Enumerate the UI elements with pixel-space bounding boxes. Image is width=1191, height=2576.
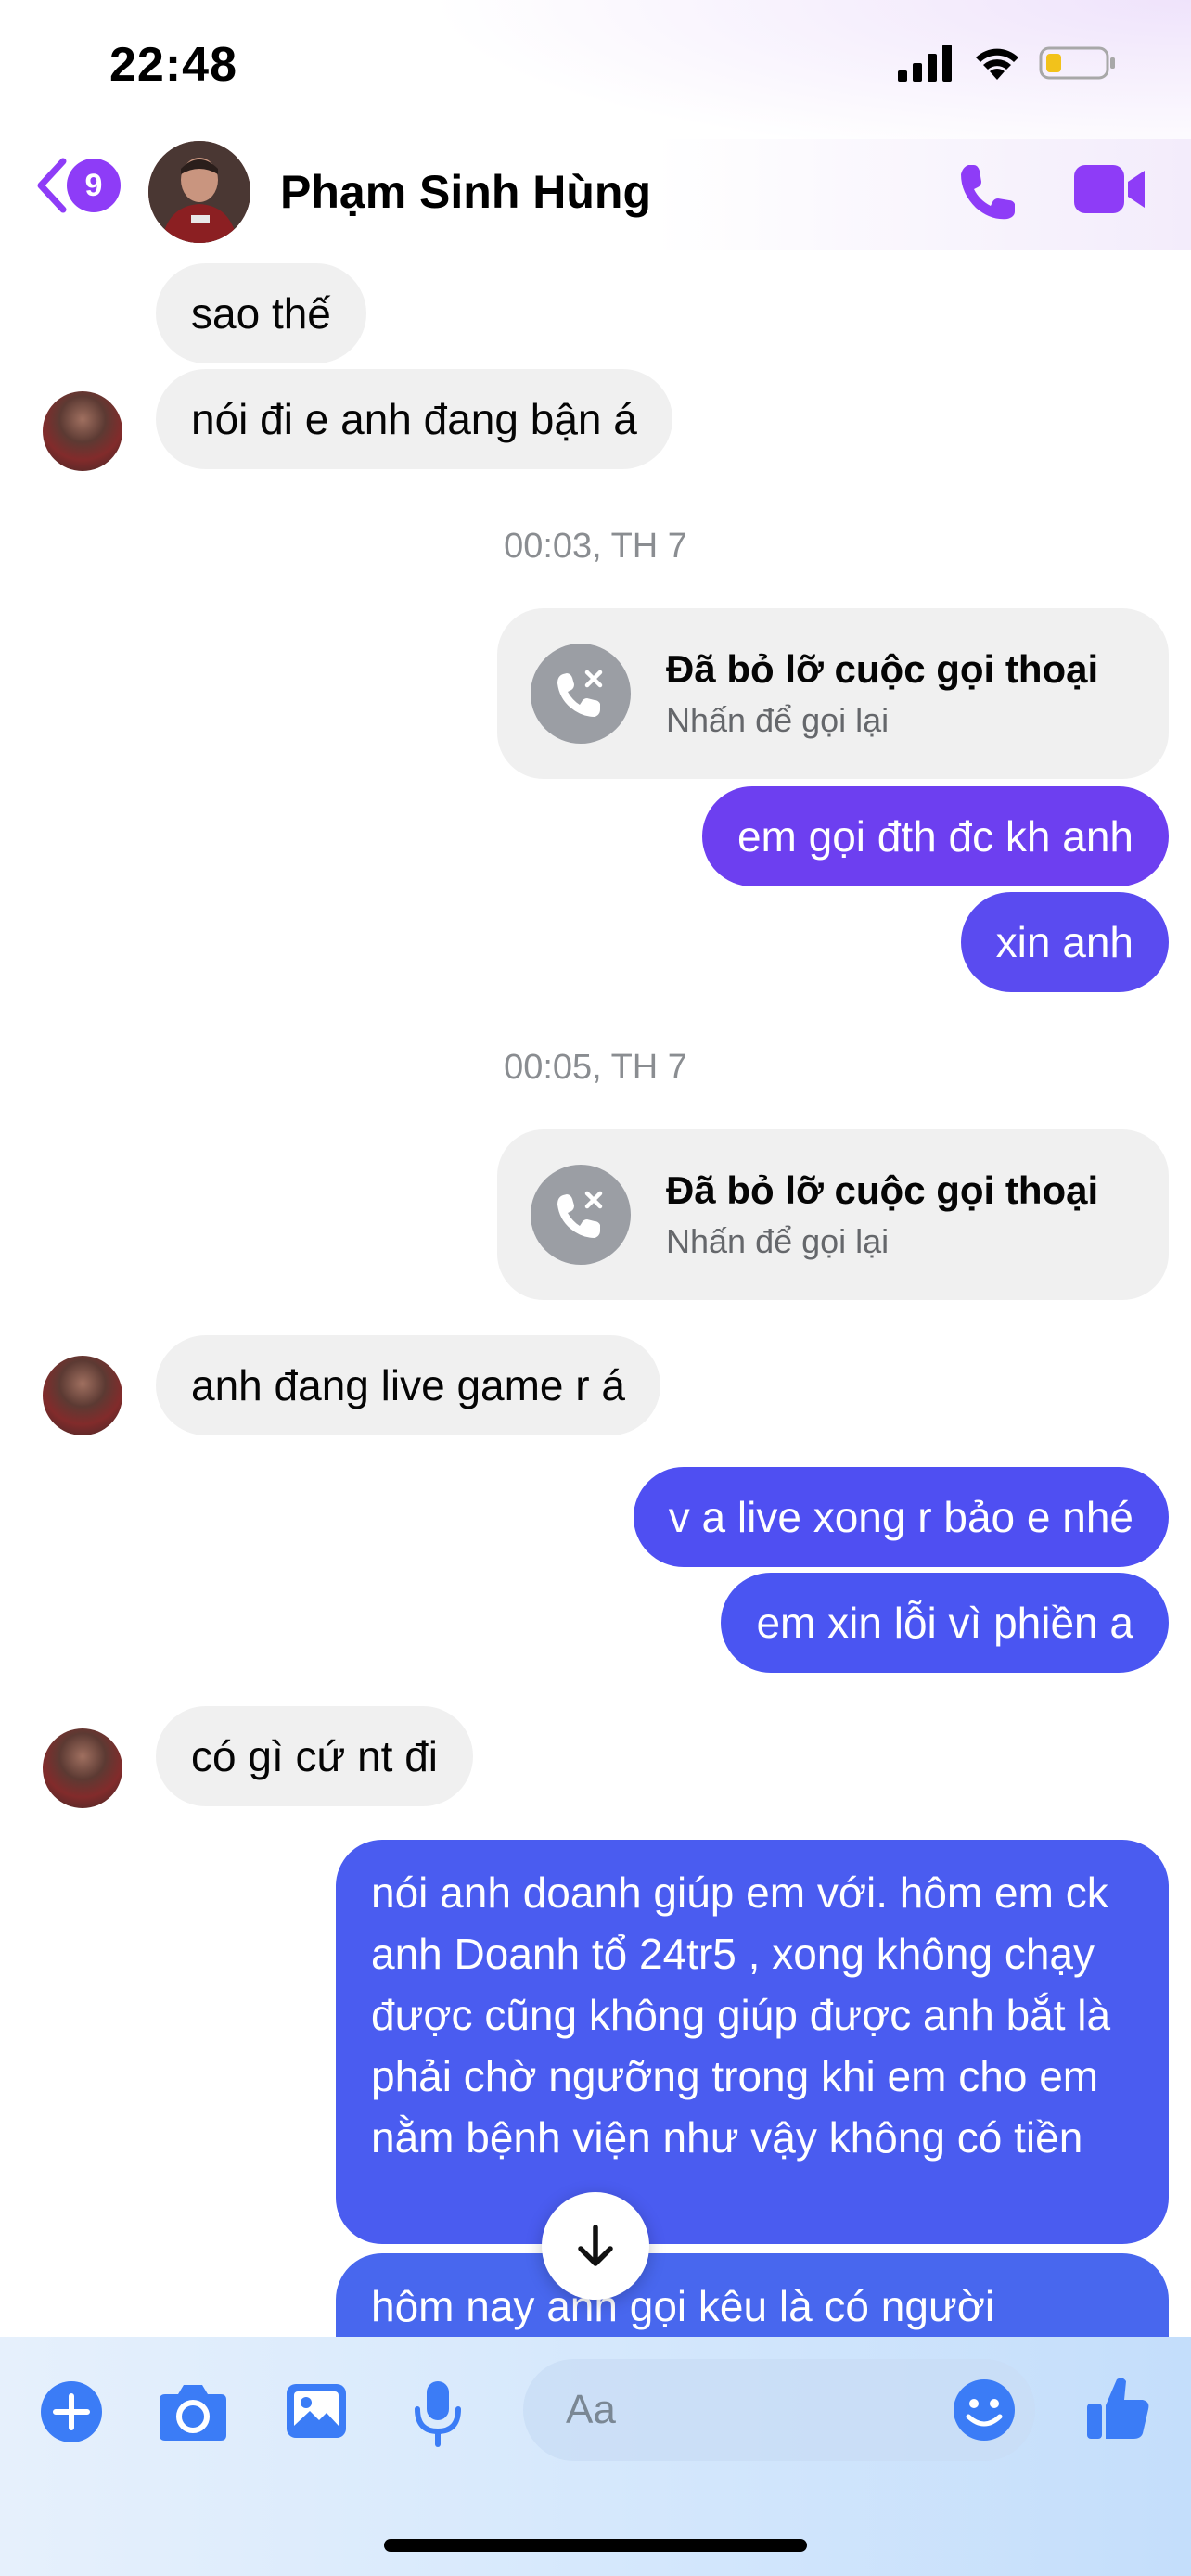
incoming-message[interactable]: nói đi e anh đang bận á	[156, 369, 672, 469]
like-button[interactable]	[1085, 2374, 1152, 2447]
message-input-placeholder: Aa	[566, 2387, 616, 2432]
camera-button[interactable]	[158, 2379, 228, 2449]
contact-name[interactable]: Phạm Sinh Hùng	[280, 165, 651, 219]
status-icons	[898, 45, 1117, 82]
thumbs-up-icon	[1087, 2378, 1149, 2439]
incoming-message[interactable]: sao thế	[156, 263, 366, 363]
status-bar: 22:48	[0, 0, 1191, 139]
gallery-button[interactable]	[284, 2379, 349, 2449]
missed-call-card[interactable]: Đã bỏ lỡ cuộc gọi thoại Nhấn để gọi lại	[497, 608, 1169, 779]
outgoing-message[interactable]: xin anh	[960, 892, 1169, 992]
outgoing-message[interactable]: em xin lỗi vì phiền a	[721, 1573, 1169, 1673]
sender-avatar[interactable]	[43, 391, 122, 471]
phone-icon	[961, 165, 1015, 220]
outgoing-message[interactable]: v a live xong r bảo e nhé	[633, 1467, 1169, 1567]
home-indicator	[384, 2539, 807, 2552]
chevron-left-icon	[37, 158, 67, 213]
missed-call-card[interactable]: Đã bỏ lỡ cuộc gọi thoại Nhấn để gọi lại	[497, 1129, 1169, 1300]
cellular-signal-icon	[898, 45, 952, 82]
sender-avatar[interactable]	[43, 1356, 122, 1435]
contact-avatar[interactable]	[148, 141, 250, 243]
incoming-message[interactable]: có gì cứ nt đi	[156, 1706, 474, 1806]
add-button[interactable]	[39, 2379, 104, 2449]
missed-call-icon	[531, 644, 631, 744]
camera-icon	[160, 2385, 226, 2441]
plus-circle-icon	[41, 2381, 102, 2442]
missed-call-text: Đã bỏ lỡ cuộc gọi thoại Nhấn để gọi lại	[666, 647, 1098, 740]
voice-button[interactable]	[412, 2379, 464, 2453]
missed-call-text: Đã bỏ lỡ cuộc gọi thoại Nhấn để gọi lại	[666, 1168, 1098, 1261]
missed-call-subtitle: Nhấn để gọi lại	[666, 1222, 890, 1260]
incoming-message[interactable]: anh đang live game r á	[156, 1335, 660, 1435]
missed-call-title: Đã bỏ lỡ cuộc gọi thoại	[666, 647, 1099, 691]
missed-call-title: Đã bỏ lỡ cuộc gọi thoại	[666, 1168, 1099, 1212]
timestamp: 00:05, TH 7	[504, 1048, 687, 1087]
call-button[interactable]	[955, 159, 1020, 229]
outgoing-message-long[interactable]: nói anh doanh giúp em với. hôm em ck anh…	[336, 1840, 1169, 2244]
scroll-to-bottom-button[interactable]	[542, 2192, 649, 2300]
missed-call-icon	[531, 1165, 631, 1265]
microphone-icon	[415, 2381, 461, 2447]
missed-call-subtitle: Nhấn để gọi lại	[666, 701, 890, 739]
image-icon	[287, 2384, 346, 2438]
wifi-icon	[976, 48, 1018, 80]
outgoing-message[interactable]: em gọi đth đc kh anh	[701, 786, 1169, 886]
unread-badge: 9	[67, 159, 121, 212]
emoji-icon	[954, 2379, 1015, 2441]
status-time: 22:48	[109, 38, 237, 92]
back-button[interactable]: 9	[33, 156, 121, 215]
arrow-down-icon	[578, 2225, 613, 2266]
avatar-photo	[148, 141, 250, 243]
battery-icon	[1039, 46, 1115, 80]
timestamp: 00:03, TH 7	[504, 527, 687, 566]
video-call-button[interactable]	[1072, 161, 1146, 222]
sender-avatar[interactable]	[43, 1728, 122, 1808]
emoji-button[interactable]	[952, 2378, 1017, 2447]
video-camera-icon	[1074, 165, 1145, 213]
